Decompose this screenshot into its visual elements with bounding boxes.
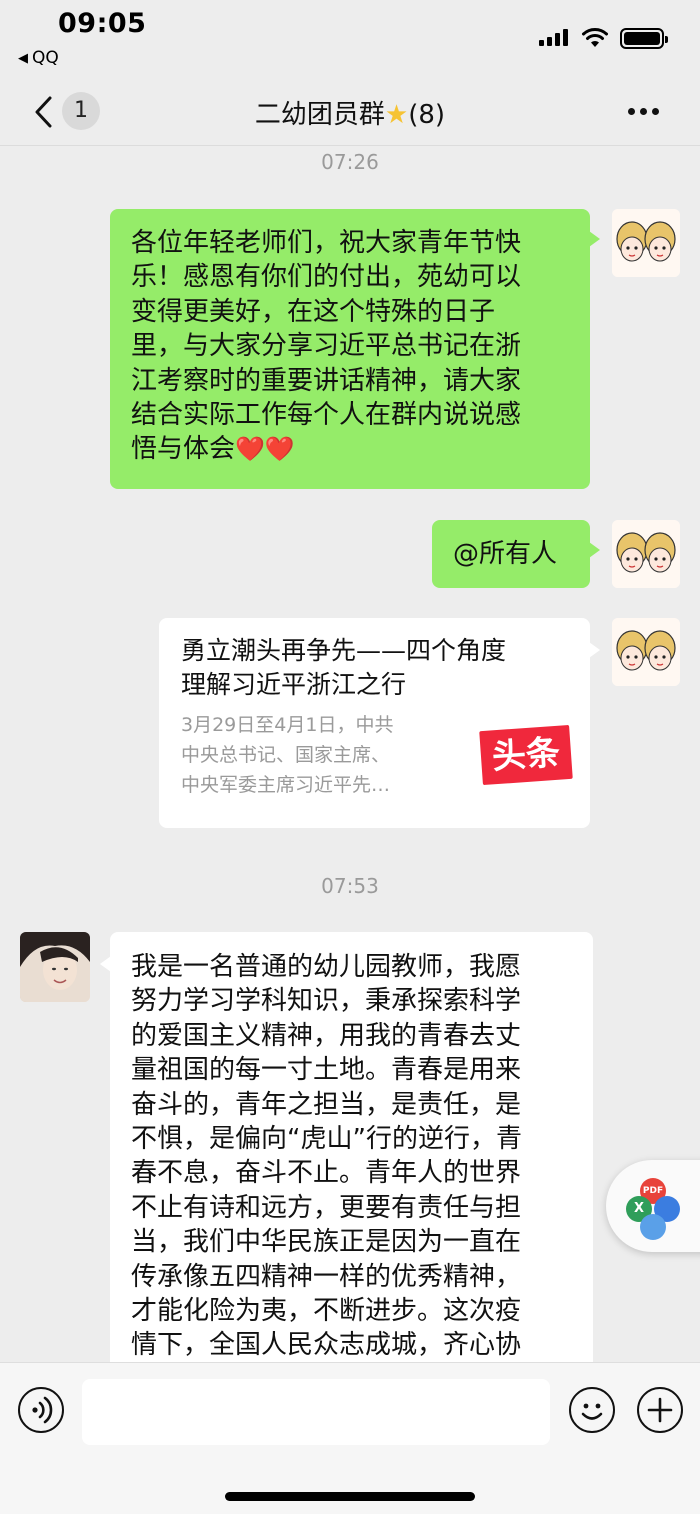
chat-header: 1 二幼团员群★(8): [0, 80, 700, 146]
back-to-app-link[interactable]: ◀ QQ: [18, 48, 59, 68]
message-line: 乐！感恩有你们的付出，苑幼可以: [131, 262, 522, 293]
message-line: 我是一名普通的幼儿园教师，我愿: [131, 952, 522, 982]
message-text: @所有人: [453, 539, 558, 569]
message-line: 江考察时的重要讲话精神，请大家: [131, 365, 522, 396]
heart-emoji: ❤️❤️: [235, 435, 295, 464]
voice-input-button[interactable]: [18, 1387, 64, 1433]
more-actions-button[interactable]: [637, 1387, 683, 1433]
chat-title[interactable]: 二幼团员群★(8): [0, 94, 700, 131]
sender-avatar[interactable]: [20, 932, 90, 1002]
wifi-icon: [582, 28, 608, 47]
message-line: 不惧，是偏向“虎山”行的逆行，青: [131, 1124, 522, 1155]
message-line: 结合实际工作每个人在群内说说感: [131, 400, 522, 431]
sender-avatar[interactable]: [612, 209, 680, 277]
message-line: 各位年轻老师们，祝大家青年节快: [131, 228, 522, 258]
message-input-bar: [0, 1362, 700, 1514]
message-line: 不止有诗和远方，更要有责任与担: [131, 1192, 522, 1223]
voice-icon: [32, 1396, 53, 1424]
message-line: 奋斗的，青年之担当，是责任，是: [131, 1089, 522, 1120]
cellular-signal-icon: [539, 28, 568, 46]
message-timestamp: 07:26: [321, 150, 379, 174]
twin-girls-avatar-icon: [612, 520, 680, 588]
message-input[interactable]: [82, 1379, 550, 1445]
back-triangle-icon: ◀: [18, 50, 28, 66]
message-line: 春不息，奋斗不止。青年人的世界: [131, 1158, 522, 1189]
battery-icon: [620, 28, 668, 49]
smiley-face-icon: [581, 1403, 603, 1420]
group-name: 二幼团员群: [254, 100, 385, 130]
back-app-label: QQ: [32, 48, 59, 68]
sender-avatar[interactable]: [612, 520, 680, 588]
sent-message-bubble[interactable]: @所有人: [432, 520, 600, 588]
message-line: 情下，全国人民众志成城，齐心协: [131, 1330, 522, 1361]
floating-file-widget[interactable]: PDF X: [606, 1160, 700, 1252]
message-line: 里，与大家分享习近平总书记在浙: [131, 331, 522, 362]
twin-girls-avatar-icon: [612, 618, 680, 686]
message-line: 悟与体会❤️❤️: [131, 434, 295, 465]
message-timestamp: 07:53: [321, 874, 379, 898]
message-line: 才能化险为夷，不断进步。这次疫: [131, 1296, 522, 1327]
sent-message-bubble[interactable]: 各位年轻老师们，祝大家青年节快 乐！感恩有你们的付出，苑幼可以 变得更美好，在这…: [110, 209, 600, 489]
twin-girls-avatar-icon: [612, 209, 680, 277]
status-time: 09:05: [58, 8, 147, 39]
home-indicator[interactable]: [225, 1492, 475, 1501]
received-message-bubble[interactable]: 我是一名普通的幼儿园教师，我愿 努力学习学科知识，秉承探索科学 的爱国主义精神，…: [100, 932, 593, 1392]
more-options-icon[interactable]: [628, 108, 659, 115]
toutiao-logo: 头条: [479, 724, 573, 786]
message-line: 当，我们中华民族正是因为一直在: [131, 1227, 522, 1258]
article-description: 3月29日至4月1日，中共 中央总书记、国家主席、 中央军委主席习近平先…: [181, 714, 394, 796]
message-line: 传承像五四精神一样的优秀精神，: [131, 1261, 522, 1292]
message-line: 量祖国的每一寸土地。青春是用来: [131, 1055, 522, 1086]
status-bar: 09:05 ◀ QQ: [0, 0, 700, 80]
message-line: 变得更美好，在这个特殊的日子: [131, 296, 496, 327]
article-title: 勇立潮头再争先——四个角度 理解习近平浙江之行: [181, 636, 507, 699]
sender-avatar[interactable]: [612, 618, 680, 686]
message-line: 的爱国主义精神，用我的青春去丈: [131, 1020, 522, 1051]
member-count: (8): [408, 100, 446, 130]
message-line: 努力学习学科知识，秉承探索科学: [131, 986, 522, 1017]
shared-article-card[interactable]: 勇立潮头再争先——四个角度 理解习近平浙江之行 3月29日至4月1日，中共 中央…: [159, 618, 600, 828]
emoji-button[interactable]: [569, 1387, 615, 1433]
woman-portrait-avatar-icon: [20, 932, 90, 1002]
glowing-star-icon: ★: [384, 100, 409, 130]
plus-icon: [647, 1397, 673, 1423]
chart-file-icon: [640, 1214, 666, 1240]
